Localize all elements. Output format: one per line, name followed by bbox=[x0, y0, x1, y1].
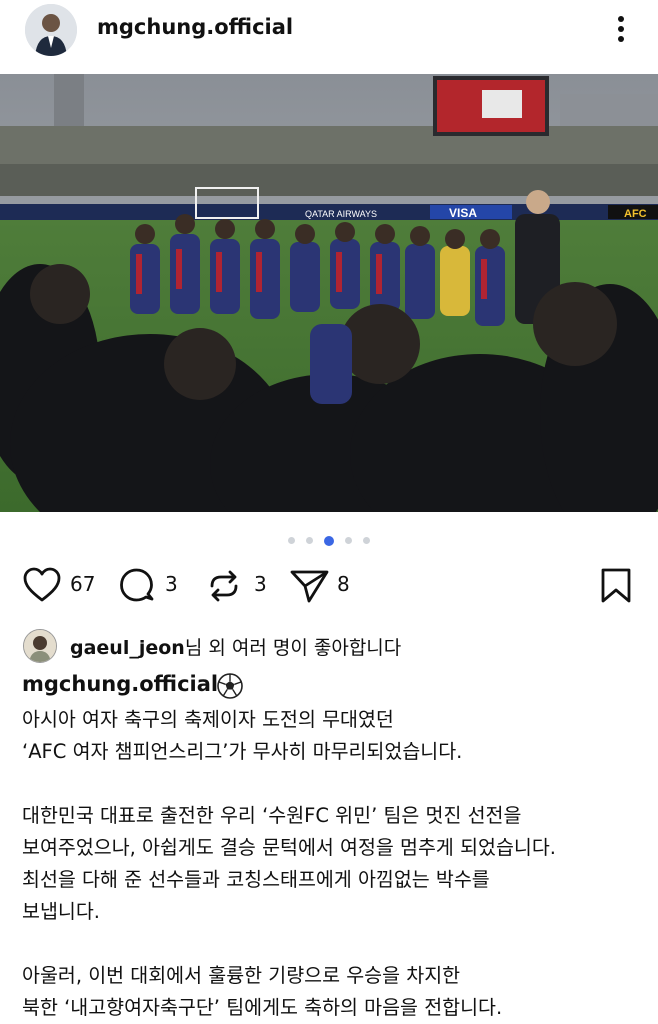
caption-line: ‘AFC 여자 챔피언스리그’가 무사히 마무리되었습니다. bbox=[22, 740, 463, 763]
save-button[interactable] bbox=[598, 566, 634, 604]
liker-photo bbox=[24, 630, 56, 662]
heart-icon bbox=[23, 567, 61, 602]
caption-text: 아시아 여자 축구의 축제이자 도전의 무대였던 ‘AFC 여자 챔피언스리그’… bbox=[22, 704, 652, 1024]
avatar-photo bbox=[25, 4, 77, 56]
banner-visa: VISA bbox=[449, 206, 477, 220]
repost-button[interactable]: 3 bbox=[204, 566, 274, 604]
liked-by-row: gaeul_jeon님 외 여러 명이 좋아합니다 bbox=[0, 628, 658, 664]
more-vertical-icon[interactable] bbox=[606, 12, 636, 46]
liker-avatar[interactable] bbox=[23, 629, 57, 663]
team-huddle-photo: VISA QATAR AIRWAYS AFC bbox=[0, 74, 658, 512]
caption-line: 최선을 다해 준 선수들과 코칭스태프에게 아낌없는 박수를 bbox=[22, 868, 490, 891]
carousel-indicator bbox=[0, 530, 658, 546]
bookmark-icon bbox=[601, 568, 631, 603]
carousel-dot[interactable] bbox=[305, 537, 313, 544]
caption-line: 보냅니다. bbox=[22, 900, 100, 923]
liked-by-text[interactable]: gaeul_jeon님 외 여러 명이 좋아합니다 bbox=[70, 633, 401, 660]
caption-line: 보여주었으나, 아쉽게도 결승 문턱에서 여정을 멈추게 되었습니다. bbox=[22, 836, 556, 859]
soccer-ball-icon bbox=[216, 672, 244, 700]
repost-count: 3 bbox=[254, 572, 267, 596]
comment-button[interactable]: 3 bbox=[117, 566, 187, 604]
carousel-dot[interactable] bbox=[345, 537, 353, 544]
caption-username[interactable]: mgchung.official bbox=[22, 672, 218, 696]
carousel-dot[interactable] bbox=[287, 537, 295, 544]
share-count: 8 bbox=[337, 572, 350, 596]
comment-count: 3 bbox=[165, 572, 178, 596]
banner-qatar: QATAR AIRWAYS bbox=[305, 209, 377, 219]
like-count: 67 bbox=[70, 572, 96, 596]
caption-line-break bbox=[22, 768, 652, 800]
caption-line: 아시아 여자 축구의 축제이자 도전의 무대였던 bbox=[22, 708, 394, 731]
post-header: mgchung.official bbox=[0, 0, 658, 64]
caption-line: 아울러, 이번 대회에서 훌륭한 기량으로 우승을 차지한 bbox=[22, 964, 461, 987]
caption-line: 북한 ‘내고향여자축구단’ 팀에게도 축하의 마음을 전합니다. bbox=[22, 996, 503, 1019]
caption-line: 대한민국 대표로 출전한 우리 ‘수원FC 위민’ 팀은 멋진 선전을 bbox=[22, 804, 522, 827]
send-icon bbox=[290, 570, 329, 603]
comment-icon bbox=[120, 568, 154, 602]
carousel-dot[interactable] bbox=[363, 537, 371, 544]
liked-by-suffix: 님 외 여러 명이 좋아합니다 bbox=[184, 637, 402, 659]
repost-icon bbox=[210, 570, 238, 602]
action-bar: 67 3 3 8 bbox=[0, 560, 658, 610]
carousel-dot-active[interactable] bbox=[324, 535, 334, 546]
banner-afc: AFC bbox=[624, 208, 647, 220]
caption-line-break bbox=[22, 928, 652, 960]
liker-username[interactable]: gaeul_jeon bbox=[70, 637, 185, 659]
profile-avatar[interactable] bbox=[25, 4, 77, 56]
like-button[interactable]: 67 bbox=[22, 566, 102, 604]
post-username[interactable]: mgchung.official bbox=[97, 15, 293, 39]
share-button[interactable]: 8 bbox=[289, 566, 359, 604]
post-photo[interactable]: VISA QATAR AIRWAYS AFC bbox=[0, 74, 658, 512]
